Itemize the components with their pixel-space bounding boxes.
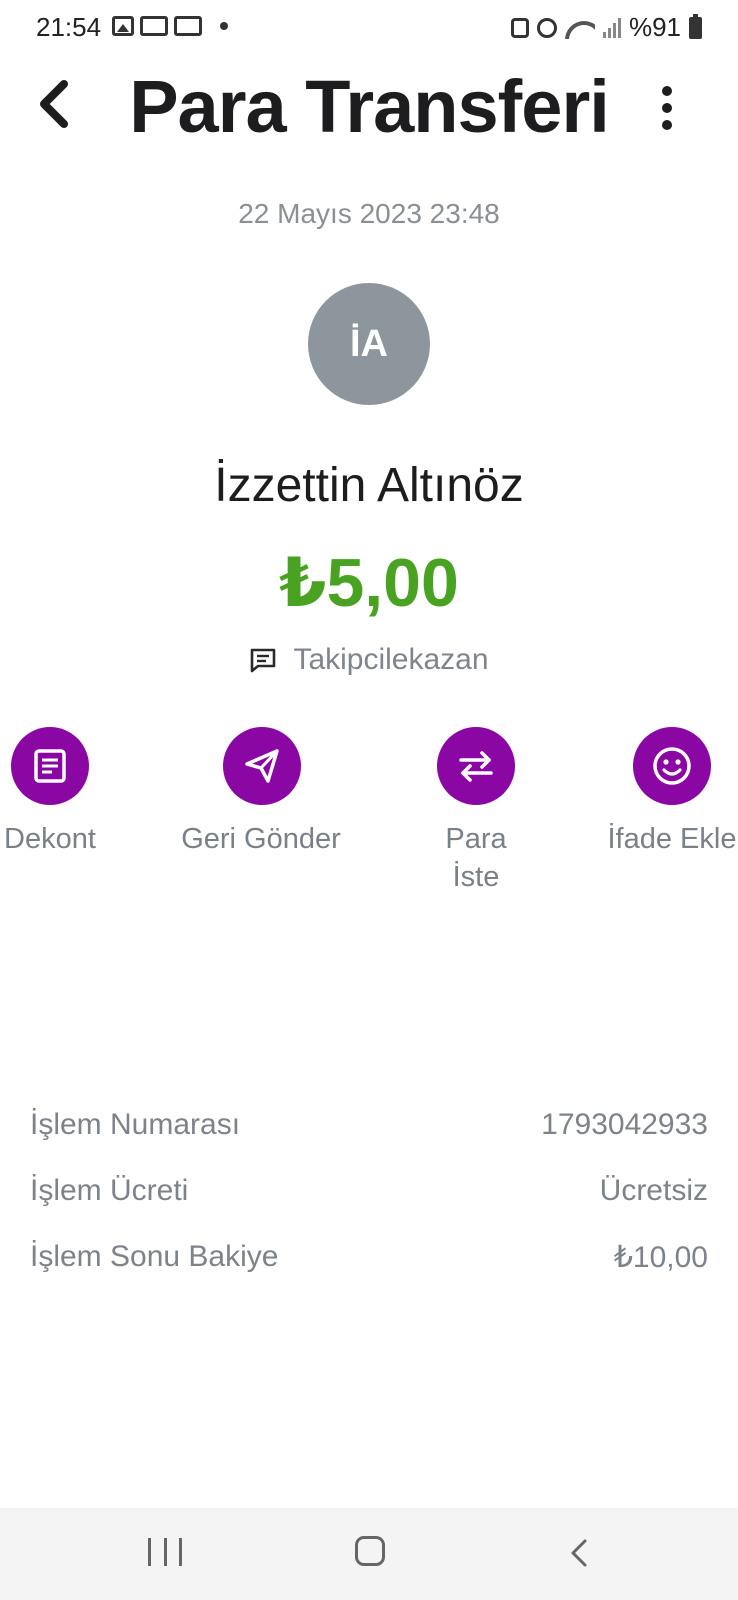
receipt-button[interactable] [11,727,89,805]
wifi-icon [565,17,595,39]
system-icons: %91 [510,12,702,43]
note-text: Takipcilekazan [293,643,489,676]
status-bar: 21:54 %91 [0,0,738,56]
message-icon [251,648,276,673]
transaction-note: Takipcilekazan [0,643,738,677]
detail-row-transaction-number: İşlem Numarası 1793042933 [30,1103,708,1147]
camera-notification-icon [174,16,202,36]
back-icon[interactable] [568,1538,590,1568]
swap-arrows-icon [459,751,493,782]
camera-notification-icon [140,16,168,36]
transfer-amount: ₺5,00 [279,545,459,621]
gallery-icon [112,16,134,36]
avatar: İA [308,283,430,405]
battery-text: %91 [628,12,681,42]
detail-label: İşlem Numarası [30,1108,241,1141]
recent-apps-icon[interactable] [148,1538,182,1566]
request-money-label: Para İste [376,820,576,896]
more-vertical-icon [662,86,672,96]
smiley-icon [653,747,691,785]
add-reaction-button[interactable] [633,727,711,805]
detail-value: ₺10,00 [613,1240,708,1274]
recycle-icon [510,17,529,38]
notification-icons [112,16,228,36]
battery-icon [689,13,702,39]
detail-value: 1793042933 [541,1108,708,1141]
status-time: 21:54 [36,12,102,42]
receipt-icon [34,749,66,783]
add-reaction-label: İfade Ekle [607,823,737,855]
send-back-label: Geri Gönder [181,823,341,855]
signal-icon [602,17,621,38]
detail-label: İşlem Ücreti [30,1174,189,1207]
send-back-button[interactable] [223,727,301,805]
more-dot [662,120,672,130]
detail-row-fee: İşlem Ücreti Ücretsiz [30,1169,708,1213]
dot-icon [220,22,228,30]
page-title: Para Transferi [129,65,610,148]
receipt-label: Dekont [4,823,96,855]
request-money-button[interactable] [437,727,515,805]
home-icon[interactable] [355,1536,385,1566]
recipient-name: İzzettin Altınöz [214,459,524,512]
more-dot [662,103,672,113]
request-money-label-line2: İste [452,861,500,893]
detail-label: İşlem Sonu Bakiye [30,1240,279,1273]
detail-row-balance: İşlem Sonu Bakiye ₺10,00 [30,1235,708,1279]
detail-value: Ücretsiz [599,1174,708,1207]
more-options-button[interactable] [652,82,682,134]
avatar-initials: İA [350,322,388,365]
alarm-icon [536,17,557,38]
request-money-label-line1: Para [445,823,507,855]
send-icon [245,749,279,783]
transaction-date: 22 Mayıs 2023 23:48 [238,198,500,229]
system-nav-bar [0,1508,738,1600]
